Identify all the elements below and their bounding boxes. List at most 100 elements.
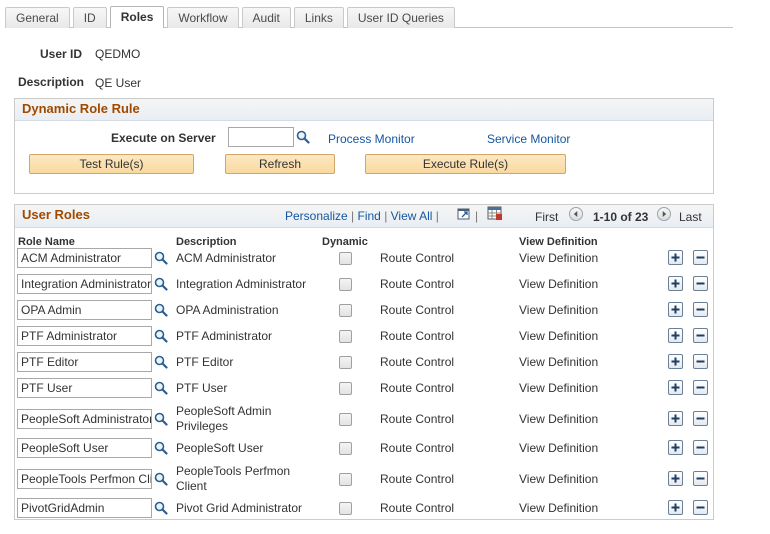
view-definition-link[interactable]: View Definition xyxy=(519,381,598,395)
dynamic-checkbox[interactable] xyxy=(339,330,352,343)
delete-row-button[interactable] xyxy=(693,302,708,317)
view-definition-link[interactable]: View Definition xyxy=(519,501,598,515)
role-lookup-icon[interactable] xyxy=(154,472,168,486)
view-definition-link[interactable]: View Definition xyxy=(519,277,598,291)
delete-row-button[interactable] xyxy=(693,440,708,455)
tab-roles[interactable]: Roles xyxy=(109,6,165,28)
delete-row-button[interactable] xyxy=(693,500,708,515)
add-row-button[interactable] xyxy=(668,328,683,343)
add-row-button[interactable] xyxy=(668,500,683,515)
dynamic-checkbox[interactable] xyxy=(339,502,352,515)
role-name-input[interactable]: OPA Admin xyxy=(17,300,152,320)
personalize-link[interactable]: Personalize xyxy=(285,209,348,223)
dynamic-checkbox[interactable] xyxy=(339,356,352,369)
role-description: PeopleTools Perfmon Client xyxy=(176,464,291,493)
add-row-button[interactable] xyxy=(668,380,683,395)
route-control-link[interactable]: Route Control xyxy=(380,251,454,265)
view-definition-link[interactable]: View Definition xyxy=(519,251,598,265)
delete-row-button[interactable] xyxy=(693,328,708,343)
process-monitor-link[interactable]: Process Monitor xyxy=(328,132,415,146)
delete-row-button[interactable] xyxy=(693,250,708,265)
left-arrow-icon[interactable] xyxy=(569,207,583,221)
view-definition-link[interactable]: View Definition xyxy=(519,303,598,317)
dynamic-checkbox[interactable] xyxy=(339,278,352,291)
route-control-link[interactable]: Route Control xyxy=(380,277,454,291)
route-control-link[interactable]: Route Control xyxy=(380,303,454,317)
add-row-button[interactable] xyxy=(668,276,683,291)
tab-general[interactable]: General xyxy=(5,7,70,28)
service-monitor-link[interactable]: Service Monitor xyxy=(487,132,570,146)
role-name-input[interactable]: PivotGridAdmin xyxy=(17,498,152,518)
role-lookup-icon[interactable] xyxy=(154,381,168,395)
view-definition-link[interactable]: View Definition xyxy=(519,355,598,369)
add-row-button[interactable] xyxy=(668,471,683,486)
route-control-link[interactable]: Route Control xyxy=(380,329,454,343)
role-name-input[interactable]: PTF User xyxy=(17,378,152,398)
role-name-input[interactable]: PTF Editor xyxy=(17,352,152,372)
first-label[interactable]: First xyxy=(535,210,558,224)
role-lookup-icon[interactable] xyxy=(154,251,168,265)
delete-row-button[interactable] xyxy=(693,471,708,486)
route-control-link[interactable]: Route Control xyxy=(380,381,454,395)
route-control-link[interactable]: Route Control xyxy=(380,412,454,426)
route-control-link[interactable]: Route Control xyxy=(380,472,454,486)
spreadsheet-icon[interactable] xyxy=(487,206,503,221)
user-id-label: User ID xyxy=(40,47,83,61)
page-tabs: General ID Roles Workflow Audit Links Us… xyxy=(5,6,458,28)
role-name-input[interactable]: PeopleTools Perfmon Client xyxy=(17,469,152,489)
role-lookup-icon[interactable] xyxy=(154,355,168,369)
role-lookup-icon[interactable] xyxy=(154,277,168,291)
view-definition-link[interactable]: View Definition xyxy=(519,472,598,486)
role-lookup-icon[interactable] xyxy=(154,303,168,317)
tab-links[interactable]: Links xyxy=(293,7,344,28)
delete-row-button[interactable] xyxy=(693,276,708,291)
role-lookup-icon[interactable] xyxy=(154,412,168,426)
refresh-button[interactable]: Refresh xyxy=(225,154,335,174)
add-row-button[interactable] xyxy=(668,440,683,455)
role-name-input[interactable]: PeopleSoft User xyxy=(17,438,152,458)
delete-row-button[interactable] xyxy=(693,354,708,369)
execute-rules-button[interactable]: Execute Rule(s) xyxy=(365,154,566,174)
view-definition-link[interactable]: View Definition xyxy=(519,441,598,455)
minus-icon xyxy=(696,360,705,363)
role-lookup-icon[interactable] xyxy=(154,501,168,515)
role-lookup-icon[interactable] xyxy=(154,329,168,343)
dynamic-checkbox[interactable] xyxy=(339,442,352,455)
minus-icon xyxy=(696,334,705,337)
tab-workflow[interactable]: Workflow xyxy=(167,7,239,28)
find-link[interactable]: Find xyxy=(358,209,381,223)
route-control-link[interactable]: Route Control xyxy=(380,441,454,455)
role-name-input[interactable]: PeopleSoft Administrator xyxy=(17,409,152,429)
add-row-button[interactable] xyxy=(668,411,683,426)
dynamic-checkbox[interactable] xyxy=(339,413,352,426)
dynamic-checkbox[interactable] xyxy=(339,382,352,395)
test-rules-button[interactable]: Test Rule(s) xyxy=(29,154,194,174)
tab-audit[interactable]: Audit xyxy=(241,7,291,28)
execute-on-server-lookup-icon[interactable] xyxy=(296,130,310,144)
role-name-input[interactable]: PTF Administrator xyxy=(17,326,152,346)
view-definition-link[interactable]: View Definition xyxy=(519,412,598,426)
add-row-button[interactable] xyxy=(668,250,683,265)
tab-id[interactable]: ID xyxy=(72,7,107,28)
delete-row-button[interactable] xyxy=(693,380,708,395)
role-lookup-icon[interactable] xyxy=(154,441,168,455)
table-row: PTF Administrator PTF Administrator Rout… xyxy=(0,326,770,346)
view-definition-link[interactable]: View Definition xyxy=(519,329,598,343)
last-label[interactable]: Last xyxy=(679,210,702,224)
new-window-icon[interactable] xyxy=(457,207,471,220)
dynamic-checkbox[interactable] xyxy=(339,473,352,486)
add-row-button[interactable] xyxy=(668,354,683,369)
role-name-input[interactable]: ACM Administrator xyxy=(17,248,152,268)
role-name-input[interactable]: Integration Administrator xyxy=(17,274,152,294)
range-label: 1-10 of 23 xyxy=(593,210,649,224)
dynamic-checkbox[interactable] xyxy=(339,252,352,265)
execute-on-server-input[interactable] xyxy=(228,127,294,147)
dynamic-checkbox[interactable] xyxy=(339,304,352,317)
route-control-link[interactable]: Route Control xyxy=(380,355,454,369)
view-all-link[interactable]: View All xyxy=(391,209,433,223)
tab-user-id-queries[interactable]: User ID Queries xyxy=(346,7,455,28)
route-control-link[interactable]: Route Control xyxy=(380,501,454,515)
right-arrow-icon[interactable] xyxy=(657,207,671,221)
delete-row-button[interactable] xyxy=(693,411,708,426)
add-row-button[interactable] xyxy=(668,302,683,317)
